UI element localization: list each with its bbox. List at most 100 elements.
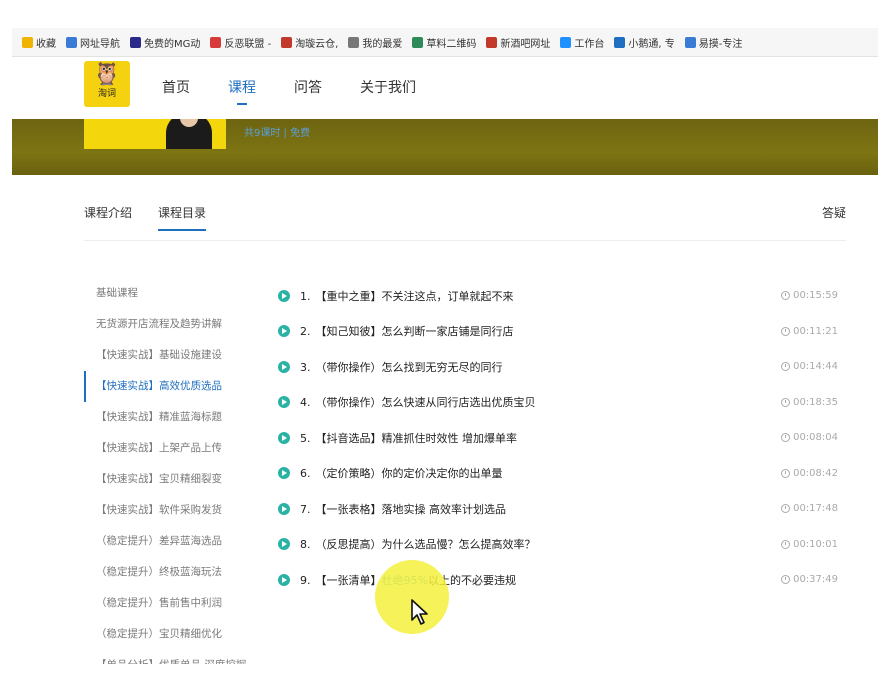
nav-courses[interactable]: 课程 xyxy=(228,57,256,119)
sidebar-chapter-item[interactable]: 无货源开店流程及趋势讲解 xyxy=(84,309,274,340)
course-thumbnail xyxy=(84,119,226,149)
nav-qa[interactable]: 问答 xyxy=(294,57,322,119)
bookmark-icon xyxy=(130,36,141,48)
duration-text: 00:15:59 xyxy=(793,290,838,302)
bookmark-label: 小鹅通, 专 xyxy=(628,38,675,50)
lesson-row[interactable]: 3. （带你操作）怎么找到无穷无尽的同行 00:14:44 xyxy=(278,349,838,385)
mouse-cursor-icon xyxy=(411,599,428,625)
tab-catalog[interactable]: 课程目录 xyxy=(158,204,207,231)
lesson-duration: 00:11:21 xyxy=(781,326,838,337)
nav-home[interactable]: 首页 xyxy=(162,57,190,119)
lesson-title-num: 8. xyxy=(300,538,311,552)
lesson-row[interactable]: 4. （带你操作）怎么快速从同行店选出优质宝贝 00:18:35 xyxy=(278,385,838,421)
lesson-row[interactable]: 9.【一张清单】杜绝95%以上的不必要违规00:37:49 xyxy=(278,562,838,598)
sidebar-chapter-item[interactable]: 【快速实战】精准蓝海标题 xyxy=(84,402,274,433)
lesson-title[interactable]: 5. 【抖音选品】精准抓住时效性 增加爆单率 xyxy=(300,430,517,446)
bookmark-item[interactable]: 小鹅通, 专 xyxy=(614,35,675,50)
clock-icon xyxy=(781,291,791,301)
b-icon xyxy=(281,36,293,48)
lesson-duration: 00:08:04 xyxy=(781,432,838,443)
lesson-title-num: 2. xyxy=(300,325,311,339)
tab-qa[interactable]: 答疑 xyxy=(822,204,846,221)
play-icon[interactable] xyxy=(278,467,290,480)
lesson-title[interactable]: 7. 【一张表格】落地实操 高效率计划选品 xyxy=(300,501,506,517)
lesson-title-num: 7. xyxy=(300,502,311,516)
tabs-divider xyxy=(84,240,846,241)
sidebar-chapter-item[interactable]: （稳定提升）宝贝精细优化 xyxy=(84,619,274,650)
bookmark-item[interactable]: 我的最爱 xyxy=(348,35,402,50)
bookmark-item[interactable]: 淘璇云仓, xyxy=(281,35,338,50)
bookmark-item[interactable]: 新酒吧网址 xyxy=(486,35,550,50)
bookmark-label: 我的最爱 xyxy=(362,38,403,50)
play-icon[interactable] xyxy=(278,538,290,551)
play-icon[interactable] xyxy=(278,289,290,302)
lesson-row[interactable]: 1. 【重中之重】不关注这点，订单就起不来 00:15:59 xyxy=(278,278,838,314)
sidebar-chapter-item[interactable]: 【快速实战】上架产品上传 xyxy=(84,433,274,464)
lesson-title[interactable]: 1. 【重中之重】不关注这点，订单就起不来 xyxy=(300,288,514,304)
bookmark-item[interactable]: 易摸-专注 xyxy=(684,35,743,50)
course-banner: 共9课时 | 免费 xyxy=(12,119,878,175)
duration-text: 00:37:49 xyxy=(793,574,838,586)
play-icon[interactable] xyxy=(278,431,290,444)
lesson-row[interactable]: 8. （反思提高）为什么选品慢？怎么提高效率？ 00:10:01 xyxy=(278,527,838,563)
bookmark-label: 新酒吧网址 xyxy=(500,38,551,50)
main-nav: 首页 课程 问答 关于我们 xyxy=(162,57,454,119)
play-icon[interactable] xyxy=(278,325,290,338)
course-tabs: 课程介绍 课程目录 xyxy=(84,204,232,231)
lesson-title[interactable]: 6. （定价策略）你的定价决定你的出单量 xyxy=(300,465,503,481)
clock-icon xyxy=(781,539,791,549)
sidebar-chapter-item[interactable]: （稳定提升）终极蓝海玩法 xyxy=(84,557,274,588)
bookmark-item[interactable]: 草料二维码 xyxy=(412,35,476,50)
sidebar-chapter-item[interactable]: 基础课程 xyxy=(84,278,274,309)
sidebar-chapter-item[interactable]: 【单品分析】优质单品 深度挖掘 xyxy=(84,650,274,664)
bookmark-label: 易摸-专注 xyxy=(698,38,743,50)
play-icon[interactable] xyxy=(278,573,290,586)
lesson-duration: 00:18:35 xyxy=(781,397,838,408)
lesson-title-pre: 【重中之重】不关注这点，订单就起不来 xyxy=(315,289,514,303)
duration-text: 00:14:44 xyxy=(793,361,838,373)
lesson-row[interactable]: 6. （定价策略）你的定价决定你的出单量 00:08:42 xyxy=(278,456,838,492)
qr-icon xyxy=(412,36,424,48)
sidebar-chapter-item[interactable]: 【快速实战】基础设施建设 xyxy=(84,340,274,371)
sidebar-chapter-item[interactable]: 【快速实战】高效优质选品 xyxy=(84,371,274,402)
lesson-title-num: 6. xyxy=(300,467,311,481)
lesson-title[interactable]: 8. （反思提高）为什么选品慢？怎么提高效率？ xyxy=(300,536,536,552)
sidebar-chapter-item[interactable]: （稳定提升）售前售中利润 xyxy=(84,588,274,619)
play-icon[interactable] xyxy=(278,396,290,409)
bookmark-item[interactable]: 免费的MG动 xyxy=(130,35,200,50)
bookmark-label: 网址导航 xyxy=(80,38,120,50)
chat-icon xyxy=(560,36,572,48)
sidebar-chapter-item[interactable]: 【快速实战】宝贝精细裂变 xyxy=(84,464,274,495)
site-logo[interactable]: 🦉 淘词 xyxy=(84,61,130,107)
sidebar-chapter-item[interactable]: 【快速实战】软件采购发货 xyxy=(84,495,274,526)
circle-icon xyxy=(614,36,626,48)
bookmark-item[interactable]: 网址导航 xyxy=(66,35,120,50)
lesson-row[interactable]: 7. 【一张表格】落地实操 高效率计划选品 00:17:48 xyxy=(278,491,838,527)
bookmark-label: 工作台 xyxy=(574,38,605,50)
lesson-title[interactable]: 2. 【知己知彼】怎么判断一家店铺是同行店 xyxy=(300,323,514,339)
clock-icon xyxy=(781,362,791,372)
pin-icon xyxy=(684,36,696,48)
lesson-row[interactable]: 5. 【抖音选品】精准抓住时效性 增加爆单率 00:08:04 xyxy=(278,420,838,456)
lesson-title[interactable]: 3. （带你操作）怎么找到无穷无尽的同行 xyxy=(300,359,503,375)
nav-about[interactable]: 关于我们 xyxy=(360,57,416,119)
lesson-title[interactable]: 4. （带你操作）怎么快速从同行店选出优质宝贝 xyxy=(300,394,536,410)
bookmark-item[interactable]: 反恶联盟 - xyxy=(210,35,271,50)
lesson-row[interactable]: 2. 【知己知彼】怎么判断一家店铺是同行店 00:11:21 xyxy=(278,314,838,350)
duration-text: 00:08:04 xyxy=(793,432,838,444)
play-icon[interactable] xyxy=(278,502,290,515)
lesson-title-num: 4. xyxy=(300,396,311,410)
tab-intro[interactable]: 课程介绍 xyxy=(84,204,132,231)
lesson-title-pre: 【一张表格】落地实操 高效率计划选品 xyxy=(315,502,507,516)
star-icon xyxy=(22,36,33,48)
bookmark-label: 淘璇云仓, xyxy=(295,38,339,50)
lesson-duration: 00:15:59 xyxy=(781,290,838,301)
bookmarks-bar: 收藏 网址导航 免费的MG动 反恶联盟 - 淘璇云仓, 我的最爱 草料二维码 新酒吧网址 工作台… xyxy=(12,28,878,57)
bookmark-item[interactable]: 收藏 xyxy=(22,35,56,50)
lesson-title-pre: （定价策略）你的定价决定你的出单量 xyxy=(315,467,503,481)
sidebar-chapter-item[interactable]: （稳定提升）差异蓝海选品 xyxy=(84,526,274,557)
lesson-title-pre: （带你操作）怎么快速从同行店选出优质宝贝 xyxy=(315,396,536,410)
lesson-title-pre: （反思提高）为什么选品慢？怎么提高效率？ xyxy=(315,538,536,552)
play-icon[interactable] xyxy=(278,360,290,373)
bookmark-item[interactable]: 工作台 xyxy=(560,35,604,50)
